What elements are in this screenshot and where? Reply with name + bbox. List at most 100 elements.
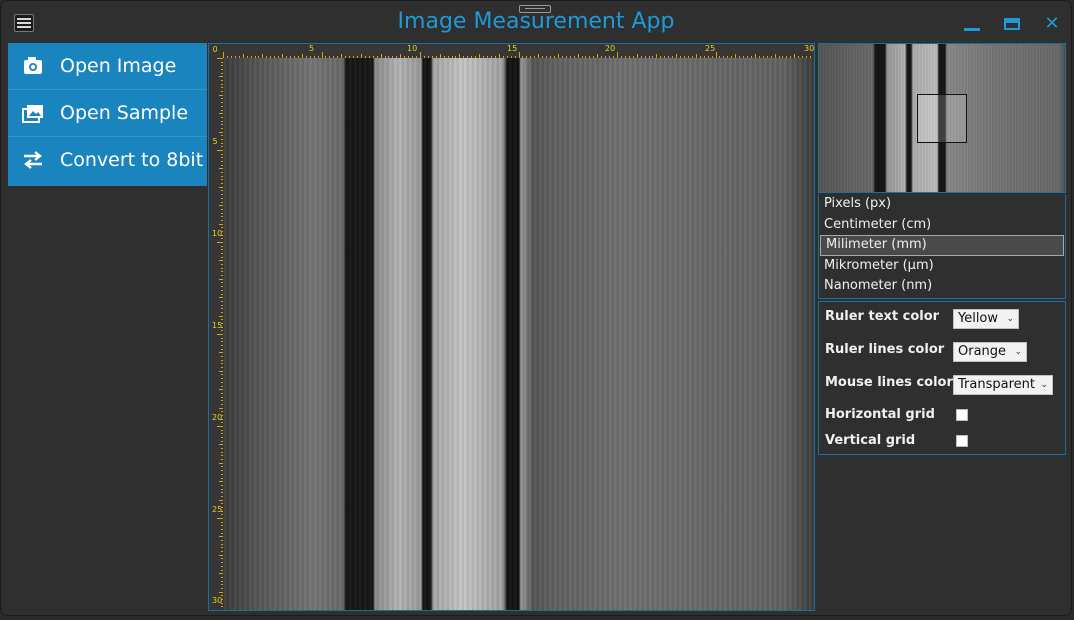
ruler-tick <box>680 56 682 58</box>
minimize-button[interactable] <box>959 11 985 37</box>
ruler-tick <box>546 56 548 58</box>
ruler-tick <box>221 337 223 339</box>
unit-option-milimeter[interactable]: Milimeter (mm) <box>820 235 1064 256</box>
convert-8bit-button[interactable]: Convert to 8bit <box>8 137 207 184</box>
open-image-button[interactable]: Open Image <box>8 43 207 90</box>
ruler-tick <box>360 54 362 58</box>
ruler-tick <box>221 569 223 571</box>
ruler-tick <box>221 256 223 258</box>
ruler-tick <box>758 56 760 58</box>
ruler-tick <box>221 83 223 85</box>
ruler-tick <box>221 510 223 512</box>
ruler-tick <box>221 72 223 74</box>
ruler-tick <box>217 426 223 427</box>
ruler-tick <box>219 352 223 354</box>
ruler-top-label: 30 <box>804 44 815 53</box>
maximize-button[interactable] <box>999 11 1025 37</box>
ruler-tick <box>475 56 477 58</box>
ruler-tick <box>221 264 223 266</box>
mouse-lines-color-label: Mouse lines color <box>825 375 953 390</box>
ruler-text-color-label: Ruler text color <box>825 309 940 324</box>
ruler-tick <box>219 278 223 280</box>
ruler-top-label: 5 <box>309 44 315 53</box>
ruler-tick <box>221 208 223 210</box>
images-icon <box>22 105 43 123</box>
sample-image[interactable] <box>223 58 814 610</box>
ruler-top-label: 10 <box>407 44 418 53</box>
ruler-tick <box>221 374 223 376</box>
ruler-tick <box>502 56 504 58</box>
ruler-tick <box>337 56 339 58</box>
ruler-tick <box>219 186 223 188</box>
ruler-tick <box>782 56 784 58</box>
unit-option-mikrometer[interactable]: Mikrometer (µm) <box>819 256 1065 277</box>
ruler-tick <box>221 138 223 140</box>
horizontal-grid-checkbox[interactable] <box>956 409 968 421</box>
unit-option-nanometer[interactable]: Nanometer (nm) <box>819 276 1065 297</box>
ruler-top-label: 15 <box>507 44 518 53</box>
ruler-tick <box>221 212 223 214</box>
ruler-tick <box>221 345 223 347</box>
ruler-tick <box>329 56 331 58</box>
ruler-tick <box>221 253 223 255</box>
ruler-tick <box>221 422 223 424</box>
ruler-tick <box>221 116 223 118</box>
ruler-tick <box>707 56 709 58</box>
horizontal-grid-label: Horizontal grid <box>825 407 935 422</box>
ruler-text-color-select[interactable]: Yellow ⌄ <box>953 309 1019 329</box>
unit-option-pixels[interactable]: Pixels (px) <box>819 194 1065 215</box>
ruler-tick <box>526 56 528 58</box>
ruler-tick <box>221 543 223 545</box>
unit-option-centimeter[interactable]: Centimeter (cm) <box>819 215 1065 236</box>
ruler-tick <box>806 56 808 58</box>
ruler-tick <box>246 56 248 58</box>
ruler-tick <box>221 400 223 402</box>
ruler-tick <box>221 164 223 166</box>
ruler-tick <box>221 87 223 89</box>
ruler-tick <box>221 551 223 553</box>
ruler-tick <box>301 54 303 58</box>
ruler-tick <box>514 56 516 58</box>
ruler-tick <box>221 418 223 420</box>
open-sample-button[interactable]: Open Sample <box>8 90 207 137</box>
ruler-tick <box>221 80 223 82</box>
ruler-tick <box>219 94 223 96</box>
mouse-lines-color-select[interactable]: Transparent ⌄ <box>953 375 1053 395</box>
ruler-tick <box>731 56 733 58</box>
ruler-tick <box>219 481 223 483</box>
ruler-tick <box>221 142 223 144</box>
viewport-rectangle[interactable] <box>917 94 967 143</box>
chevron-down-icon: ⌄ <box>1014 347 1022 357</box>
ruler-tick <box>221 330 223 332</box>
ruler-tick <box>221 190 223 192</box>
ruler-tick <box>221 120 223 122</box>
ruler-tick <box>221 385 223 387</box>
close-button[interactable]: ✕ <box>1039 11 1065 37</box>
ruler-tick <box>794 54 796 58</box>
ruler-tick <box>219 591 223 593</box>
ruler-tick <box>644 56 646 58</box>
navigator-preview[interactable] <box>818 43 1066 193</box>
ruler-tick <box>648 56 650 58</box>
ruler-tick <box>221 598 223 600</box>
ruler-tick <box>217 150 223 151</box>
ruler-tick <box>221 175 223 177</box>
ruler-tick <box>258 56 260 58</box>
ruler-tick <box>221 161 223 163</box>
vertical-grid-checkbox[interactable] <box>956 435 968 447</box>
ruler-lines-color-select[interactable]: Orange ⌄ <box>953 342 1027 362</box>
ruler-tick <box>221 429 223 431</box>
ruler-tick <box>221 484 223 486</box>
ruler-tick <box>266 56 268 58</box>
title-bar[interactable]: Image Measurement App ✕ <box>1 1 1071 43</box>
ruler-tick <box>443 56 445 58</box>
ruler-tick <box>589 56 591 58</box>
ruler-tick <box>620 56 622 58</box>
mouse-lines-color-value: Transparent <box>958 377 1035 392</box>
chevron-down-icon: ⌄ <box>1040 380 1048 390</box>
ruler-tick <box>221 197 223 199</box>
ruler-tick <box>221 326 223 328</box>
image-viewer[interactable]: 0 5 10 15 20 25 30 0 5 10 15 20 25 30 <box>208 43 815 611</box>
ruler-tick <box>221 547 223 549</box>
ruler-tick <box>380 54 382 58</box>
